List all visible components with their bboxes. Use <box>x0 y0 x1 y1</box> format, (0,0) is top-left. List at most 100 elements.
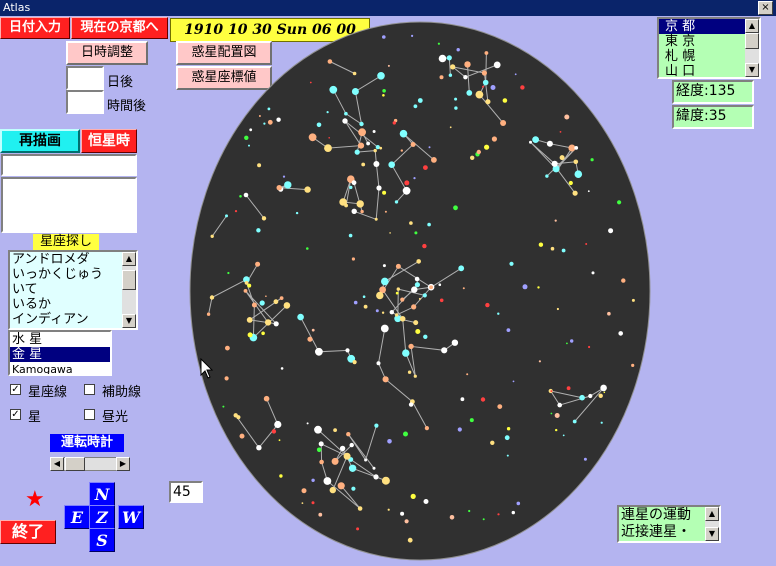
constellation-list[interactable]: アンドロメダ いっかくじゅう いて いるか インディアン ▲ ▼ <box>8 250 138 330</box>
star <box>482 85 484 88</box>
adjust-datetime-button[interactable]: 日時調整 <box>66 41 148 65</box>
star <box>381 311 385 314</box>
list-item[interactable]: 連星の運動 <box>619 507 719 524</box>
star <box>458 265 465 272</box>
list-item[interactable]: アンドロメダ <box>10 252 136 267</box>
star <box>564 114 570 120</box>
list-item[interactable]: 水 星 <box>10 332 110 347</box>
date-input-button[interactable]: 日付入力 <box>0 17 70 39</box>
compass-west-button[interactable]: W <box>118 505 144 529</box>
star <box>583 457 587 461</box>
list-item[interactable]: 近接連星・ <box>619 524 719 541</box>
slider-thumb[interactable] <box>65 457 85 471</box>
star <box>351 180 357 186</box>
scroll-thumb[interactable] <box>122 270 136 290</box>
planet-list[interactable]: 水 星 金 星 Kamogawa <box>8 330 112 376</box>
star <box>276 117 281 122</box>
star <box>415 329 421 334</box>
list-item[interactable]: 札 幌 <box>659 49 759 64</box>
scroll-up-icon[interactable]: ▲ <box>122 252 136 266</box>
scroll-thumb[interactable] <box>745 33 759 49</box>
star <box>243 192 249 198</box>
star <box>308 133 317 142</box>
star <box>247 332 253 338</box>
star <box>373 148 377 153</box>
star <box>323 477 332 485</box>
scroll-up-icon[interactable]: ▲ <box>745 19 759 33</box>
star <box>339 198 347 206</box>
redraw-button[interactable]: 再描画 <box>0 129 80 153</box>
compass-zenith-button[interactable]: Z <box>89 505 115 529</box>
scroll-left-icon[interactable]: ◀ <box>50 457 64 471</box>
star <box>366 141 370 146</box>
star <box>357 506 363 511</box>
constellation-lines-checkbox[interactable]: ✓ <box>10 384 21 395</box>
city-list[interactable]: 京 都 東 京 札 幌 山 口 ▲ ▼ <box>657 17 761 79</box>
star <box>557 402 562 408</box>
compass-south-button[interactable]: S <box>89 528 115 552</box>
list-item[interactable]: いっかくじゅう <box>10 267 136 282</box>
star <box>463 75 468 80</box>
star <box>485 99 491 105</box>
star <box>327 59 333 64</box>
list-item[interactable]: 山 口 <box>659 64 759 77</box>
city-list-scrollbar[interactable]: ▲ ▼ <box>745 19 759 77</box>
star <box>395 291 399 295</box>
star <box>251 302 257 308</box>
list-item[interactable]: インディアン <box>10 312 136 327</box>
compass-east-button[interactable]: E <box>64 505 90 529</box>
scroll-down-icon[interactable]: ▼ <box>122 314 136 328</box>
mouse-cursor-icon <box>200 358 214 379</box>
quit-button[interactable]: 終了 <box>0 520 56 544</box>
star <box>301 502 304 504</box>
hours-offset-input[interactable] <box>66 90 104 114</box>
star <box>387 508 390 511</box>
constellation-list-scrollbar[interactable]: ▲ ▼ <box>122 252 136 328</box>
star <box>407 370 412 374</box>
goto-kyoto-now-button[interactable]: 現在の京都へ <box>71 17 168 39</box>
star <box>301 488 307 494</box>
binary-star-list[interactable]: 連星の運動 近接連星・ ▲ ▼ <box>617 505 721 543</box>
days-offset-input[interactable] <box>66 66 104 90</box>
scroll-up-icon[interactable]: ▲ <box>705 507 719 521</box>
binary-list-scrollbar[interactable]: ▲ ▼ <box>705 507 719 541</box>
info-field[interactable] <box>1 154 137 176</box>
stars-checkbox[interactable]: ✓ <box>10 409 21 420</box>
list-item[interactable]: 東 京 <box>659 34 759 49</box>
star <box>346 432 351 437</box>
compass-north-button[interactable]: N <box>89 482 115 506</box>
close-button[interactable]: × <box>758 1 773 15</box>
scroll-down-icon[interactable]: ▼ <box>705 527 719 541</box>
daylight-checkbox[interactable] <box>84 409 95 420</box>
star <box>209 295 215 300</box>
list-item[interactable]: いて <box>10 282 136 297</box>
sky-map[interactable] <box>188 20 652 562</box>
star <box>348 233 353 238</box>
star <box>550 412 553 415</box>
list-item-selected[interactable]: 金 星 <box>10 347 110 362</box>
sidereal-time-button[interactable]: 恒星時 <box>81 129 137 153</box>
scroll-right-icon[interactable]: ▶ <box>116 457 130 471</box>
star <box>600 421 603 424</box>
list-item[interactable]: いるか <box>10 297 136 312</box>
memo-field[interactable] <box>1 177 137 233</box>
rotate-speed-slider[interactable]: ◀ ▶ <box>50 457 130 471</box>
star <box>464 61 471 68</box>
star <box>210 234 214 238</box>
star <box>411 286 418 293</box>
star <box>267 119 273 125</box>
star <box>475 90 484 99</box>
star <box>414 282 420 288</box>
star <box>568 180 573 186</box>
star <box>271 429 277 434</box>
star <box>590 158 594 162</box>
star <box>408 343 414 350</box>
aux-lines-checkbox[interactable] <box>84 384 95 395</box>
scroll-down-icon[interactable]: ▼ <box>745 63 759 77</box>
star <box>259 300 265 306</box>
list-item-selected[interactable]: 京 都 <box>659 19 759 34</box>
list-item[interactable]: Kamogawa <box>10 362 110 374</box>
star <box>324 144 332 152</box>
star <box>408 402 414 407</box>
star <box>258 115 261 117</box>
